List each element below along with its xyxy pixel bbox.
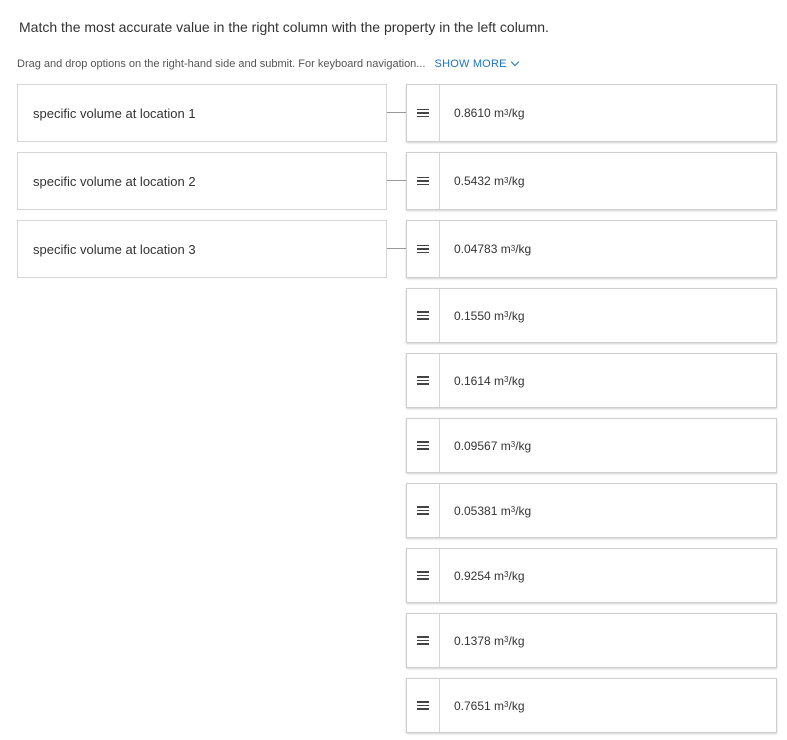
drag-handle-icon[interactable] xyxy=(407,289,440,342)
property-slot-3: specific volume at location 3 xyxy=(17,220,387,278)
connector-line xyxy=(387,180,407,181)
drag-handle-icon[interactable] xyxy=(407,484,440,537)
show-more-label: SHOW MORE xyxy=(434,58,507,70)
option-card-5[interactable]: 0.1614 m 3/kg xyxy=(406,353,777,408)
drag-handle-icon[interactable] xyxy=(407,419,440,472)
property-label: specific volume at location 2 xyxy=(33,173,196,189)
connector-line xyxy=(387,112,407,113)
option-card-7[interactable]: 0.05381 m 3/kg xyxy=(406,483,777,538)
drag-handle-icon[interactable] xyxy=(407,614,440,667)
property-slot-2: specific volume at location 2 xyxy=(17,152,387,210)
option-card-3[interactable]: 0.04783 m 3/kg xyxy=(406,220,777,278)
option-card-6[interactable]: 0.09567 m 3/kg xyxy=(406,418,777,473)
chevron-down-icon xyxy=(510,57,519,67)
connector-line xyxy=(387,248,407,249)
property-slot-1: specific volume at location 1 xyxy=(17,84,387,142)
drag-handle-icon[interactable] xyxy=(407,153,440,209)
drag-handle-icon[interactable] xyxy=(407,549,440,602)
drag-handle-icon[interactable] xyxy=(407,85,440,141)
option-value: 0.1614 m 3/kg xyxy=(454,373,525,388)
drag-handle-icon[interactable] xyxy=(407,679,440,732)
option-card-1[interactable]: 0.8610 m 3/kg xyxy=(406,84,777,142)
instructions: Drag and drop options on the right-hand … xyxy=(17,56,519,72)
option-card-10[interactable]: 0.7651 m 3/kg xyxy=(406,678,777,733)
option-value: 0.09567 m 3/kg xyxy=(454,438,532,453)
question-text: Match the most accurate value in the rig… xyxy=(19,19,549,35)
option-card-9[interactable]: 0.1378 m 3/kg xyxy=(406,613,777,668)
option-value: 0.1550 m 3/kg xyxy=(454,308,525,323)
option-value: 0.5432 m 3/kg xyxy=(454,174,525,188)
option-value: 0.1378 m 3/kg xyxy=(454,633,525,648)
option-value: 0.8610 m 3/kg xyxy=(454,106,525,120)
option-value: 0.9254 m 3/kg xyxy=(454,568,525,583)
property-label: specific volume at location 1 xyxy=(33,105,196,121)
instructions-text: Drag and drop options on the right-hand … xyxy=(17,58,426,70)
option-card-8[interactable]: 0.9254 m 3/kg xyxy=(406,548,777,603)
property-label: specific volume at location 3 xyxy=(33,241,196,257)
show-more-button[interactable]: SHOW MORE xyxy=(434,57,519,70)
option-value: 0.04783 m 3/kg xyxy=(454,242,532,256)
option-value: 0.7651 m 3/kg xyxy=(454,698,525,713)
drag-handle-icon[interactable] xyxy=(407,221,440,277)
option-card-2[interactable]: 0.5432 m 3/kg xyxy=(406,152,777,210)
option-card-4[interactable]: 0.1550 m 3/kg xyxy=(406,288,777,343)
option-value: 0.05381 m 3/kg xyxy=(454,503,532,518)
drag-handle-icon[interactable] xyxy=(407,354,440,407)
